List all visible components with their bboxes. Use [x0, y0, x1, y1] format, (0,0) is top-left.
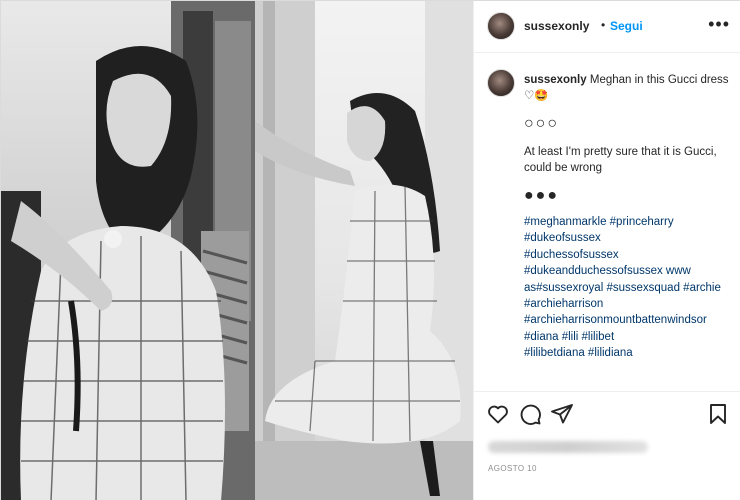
hashtag-line[interactable]: #diana #lili #lilibet — [524, 329, 729, 345]
share-icon[interactable] — [550, 402, 574, 426]
caption-glyphs-filled: ●●● — [524, 187, 559, 204]
hashtag-line[interactable]: #dukeandduchessofsussex www — [524, 263, 729, 279]
hashtag-list: #meghanmarkle #princeharry #dukeofsussex… — [524, 214, 729, 362]
header-username[interactable]: sussexonly — [524, 19, 589, 33]
photo-right-half — [255, 1, 473, 500]
action-bar — [474, 391, 740, 437]
avatar[interactable] — [487, 12, 515, 40]
hashtag-line[interactable]: #archieharrison — [524, 296, 729, 312]
caption-glyphs-open: ○○○ — [524, 115, 559, 132]
comments-section[interactable]: sussexonly Meghan in this Gucci dress ♡🤩… — [474, 54, 740, 389]
post-date[interactable]: AGOSTO 10 — [488, 464, 537, 473]
hashtag-line[interactable]: #archieharrisonmountbattenwindsor — [524, 312, 729, 328]
more-options-icon[interactable]: ••• — [708, 15, 730, 33]
post-photo[interactable] — [1, 1, 473, 500]
instagram-post: sussexonly • Segui ••• sussexonly Meghan… — [0, 0, 740, 500]
scroll-fade — [474, 375, 740, 389]
separator-dot: • — [601, 18, 606, 32]
hashtag-line[interactable]: #duchessofsussex — [524, 247, 729, 263]
hashtag-line[interactable]: #dukeofsussex — [524, 230, 729, 246]
caption-avatar[interactable] — [487, 69, 515, 97]
follow-button[interactable]: Segui — [610, 19, 643, 33]
post-header: sussexonly • Segui ••• — [474, 1, 740, 53]
likes-count-blurred — [488, 441, 648, 453]
photo-right-illustration — [255, 1, 473, 500]
hashtag-line[interactable]: as#sussexroyal #sussexsquad #archie — [524, 280, 729, 296]
post-side-panel: sussexonly • Segui ••• sussexonly Meghan… — [473, 1, 740, 500]
hashtag-line[interactable]: #meghanmarkle #princeharry — [524, 214, 729, 230]
post-caption: sussexonly Meghan in this Gucci dress ♡🤩… — [524, 72, 729, 362]
heart-icon[interactable] — [486, 402, 510, 426]
caption-paragraph: At least I'm pretty sure that it is Gucc… — [524, 146, 717, 174]
bookmark-icon[interactable] — [706, 402, 730, 426]
caption-username[interactable]: sussexonly — [524, 74, 587, 86]
photo-left-half — [1, 1, 255, 500]
photo-left-illustration — [1, 1, 255, 500]
hashtag-line[interactable]: #lilibetdiana #lilidiana — [524, 345, 729, 361]
comment-icon[interactable] — [518, 402, 542, 426]
